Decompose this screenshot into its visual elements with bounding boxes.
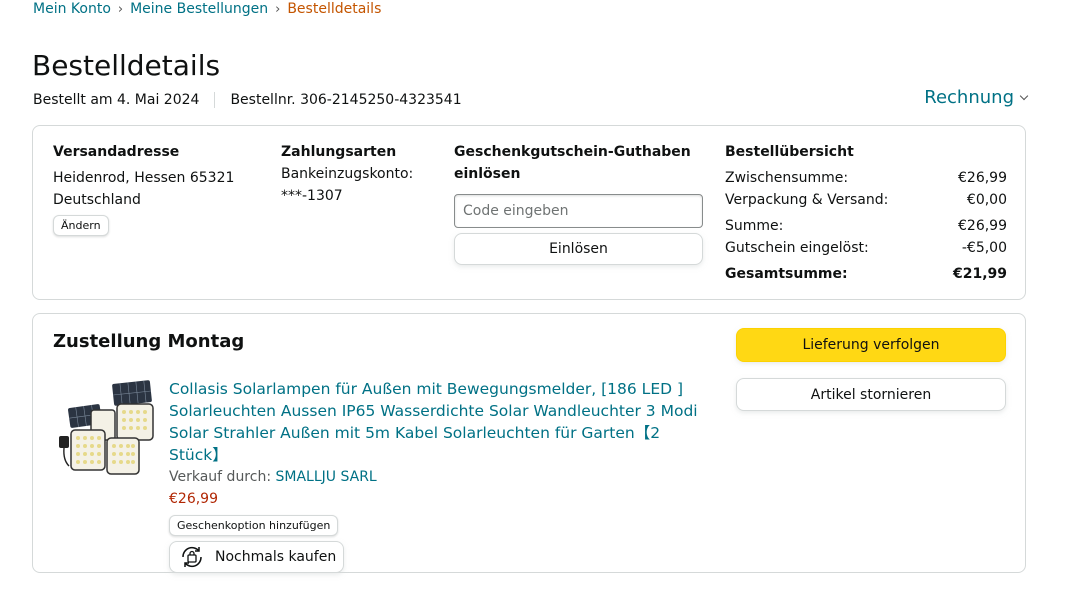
summary-value: €26,99 xyxy=(958,218,1007,234)
buy-again-button[interactable]: Nochmals kaufen xyxy=(169,541,344,573)
product-title-line3[interactable]: Solar Strahler Außen mit 5m Kabel Solarl… xyxy=(169,422,714,466)
summary-value: €0,00 xyxy=(966,192,1007,208)
seller-prefix: Verkauf durch: xyxy=(169,469,276,485)
product-thumbnail[interactable] xyxy=(57,380,157,476)
summary-label: Zwischensumme: xyxy=(725,170,849,186)
summary-label: Gutschein eingelöst: xyxy=(725,240,869,256)
summary-label: Verpackung & Versand: xyxy=(725,192,889,208)
buy-again-icon xyxy=(182,546,202,568)
product-title-line2[interactable]: Solarleuchten Aussen IP65 Wasserdichte S… xyxy=(169,400,714,422)
breadcrumb-link-orders[interactable]: Meine Bestellungen xyxy=(130,1,268,17)
summary-row: Summe: €26,99 xyxy=(725,215,1007,237)
breadcrumb-separator: › xyxy=(275,1,281,17)
shipping-line1: Heidenrod, Hessen 65321 xyxy=(53,170,235,186)
order-date: Bestellt am 4. Mai 2024 xyxy=(33,92,200,108)
order-meta: Bestellt am 4. Mai 2024 Bestellnr. 306-2… xyxy=(33,92,462,108)
summary-total-value: €21,99 xyxy=(952,266,1007,282)
gift-card-redeem: Geschenkgutschein-Guthaben einlösen Einl… xyxy=(454,141,704,265)
summary-row: Verpackung & Versand: €0,00 xyxy=(725,189,1007,211)
product-title-line1[interactable]: Collasis Solarlampen für Außen mit Beweg… xyxy=(169,378,714,400)
shipping-heading: Versandadresse xyxy=(53,144,180,160)
gift-card-heading-1: Geschenkgutschein-Guthaben xyxy=(454,144,691,160)
summary-total-label: Gesamtsumme: xyxy=(725,266,848,282)
delivery-card: Zustellung Montag Lieferung verfolgen Ar… xyxy=(32,313,1026,573)
seller-link[interactable]: SMALLJU SARL xyxy=(276,469,377,485)
summary-label: Summe: xyxy=(725,218,784,234)
delivery-title: Zustellung Montag xyxy=(53,331,245,352)
breadcrumb-link-account[interactable]: Mein Konto xyxy=(33,1,111,17)
order-info-card: Versandadresse Heidenrod, Hessen 65321 D… xyxy=(32,125,1026,300)
payment-heading: Zahlungsarten xyxy=(281,144,397,160)
order-number: Bestellnr. 306-2145250-4323541 xyxy=(230,92,462,108)
change-address-button[interactable]: Ändern xyxy=(53,215,109,236)
seller-info: Verkauf durch: SMALLJU SARL xyxy=(169,466,714,488)
breadcrumb: Mein Konto › Meine Bestellungen › Bestel… xyxy=(33,1,381,17)
payment-account: ***-1307 xyxy=(281,188,343,204)
product-details: Collasis Solarlampen für Außen mit Beweg… xyxy=(169,378,714,573)
add-gift-option-button[interactable]: Geschenkoption hinzufügen xyxy=(169,515,339,536)
summary-value: €26,99 xyxy=(958,170,1007,186)
meta-divider xyxy=(214,92,216,108)
order-summary: Bestellübersicht Zwischensumme: €26,99 V… xyxy=(725,141,1007,285)
invoice-dropdown[interactable]: Rechnung xyxy=(924,87,1029,108)
cancel-item-button[interactable]: Artikel stornieren xyxy=(736,378,1006,411)
chevron-down-icon xyxy=(1019,91,1029,101)
payment-method: Bankeinzugskonto: xyxy=(281,166,414,182)
gift-code-input[interactable] xyxy=(454,194,703,228)
summary-value: -€5,00 xyxy=(961,240,1007,256)
summary-total-row: Gesamtsumme: €21,99 xyxy=(725,263,1007,285)
gift-card-heading-2: einlösen xyxy=(454,166,521,182)
shipping-address: Versandadresse Heidenrod, Hessen 65321 D… xyxy=(53,141,253,236)
page-title: Bestelldetails xyxy=(32,49,221,82)
invoice-label: Rechnung xyxy=(924,87,1014,108)
buy-again-label: Nochmals kaufen xyxy=(215,549,337,565)
summary-heading: Bestellübersicht xyxy=(725,144,854,160)
track-package-button[interactable]: Lieferung verfolgen xyxy=(736,328,1006,362)
payment-methods: Zahlungsarten Bankeinzugskonto: ***-1307 xyxy=(281,141,441,207)
summary-row: Zwischensumme: €26,99 xyxy=(725,167,1007,189)
breadcrumb-current: Bestelldetails xyxy=(287,1,382,17)
product-price: €26,99 xyxy=(169,491,218,507)
breadcrumb-separator: › xyxy=(117,1,124,17)
shipping-line2: Deutschland xyxy=(53,192,141,208)
summary-row: Gutschein eingelöst: -€5,00 xyxy=(725,237,1007,259)
redeem-button[interactable]: Einlösen xyxy=(454,233,703,265)
